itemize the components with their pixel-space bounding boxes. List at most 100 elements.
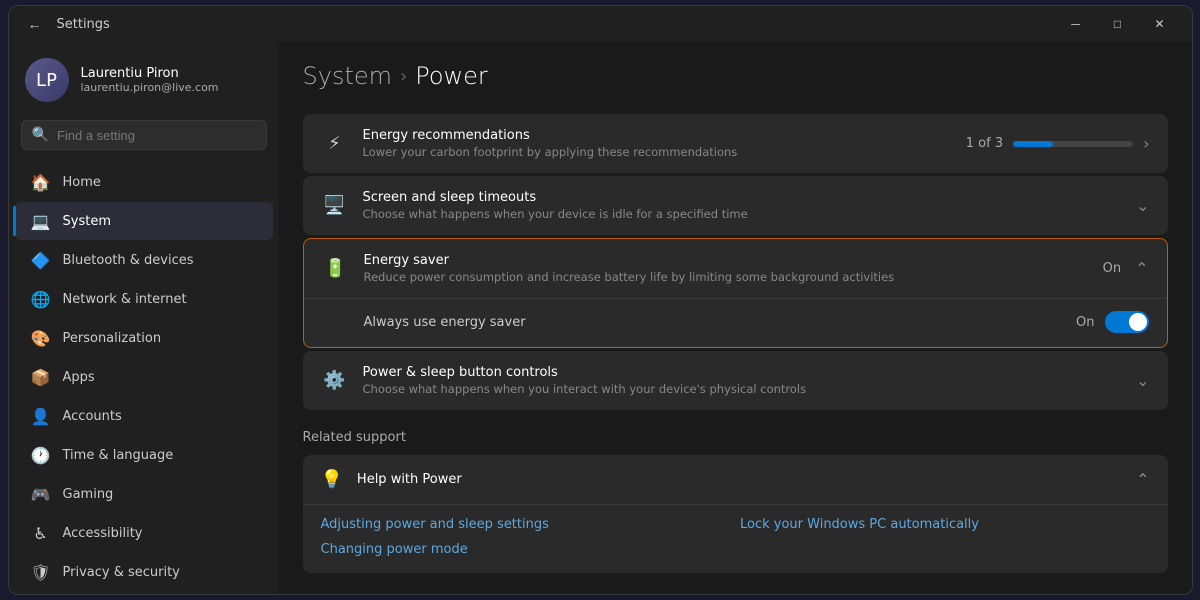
network-nav-icon: 🌐 <box>31 289 51 309</box>
network-nav-label: Network & internet <box>63 292 187 307</box>
user-name: Laurentiu Piron <box>81 66 219 81</box>
energy-recommendations-row[interactable]: ⚡ Energy recommendations Lower your carb… <box>303 114 1168 173</box>
search-icon: 🔍 <box>32 127 49 143</box>
user-info: Laurentiu Piron laurentiu.piron@live.com <box>81 66 219 94</box>
maximize-button[interactable]: □ <box>1098 10 1138 38</box>
sidebar-item-apps[interactable]: 📦 Apps <box>15 358 273 396</box>
energy-saver-chevron: ⌃ <box>1135 259 1148 278</box>
energy-rec-title: Energy recommendations <box>363 128 952 143</box>
energy-saver-status: On <box>1103 261 1121 276</box>
search-box[interactable]: 🔍 <box>21 120 267 150</box>
energy-saver-right: On ⌃ <box>1103 259 1149 278</box>
sidebar-item-gaming[interactable]: 🎮 Gaming <box>15 475 273 513</box>
breadcrumb-separator: › <box>400 66 407 87</box>
screen-sleep-card: 🖥️ Screen and sleep timeouts Choose what… <box>303 176 1168 235</box>
energy-saver-toggle[interactable] <box>1105 311 1149 333</box>
screen-sleep-row[interactable]: 🖥️ Screen and sleep timeouts Choose what… <box>303 176 1168 235</box>
energy-rec-icon: ⚡ <box>321 130 349 158</box>
minimize-button[interactable]: ─ <box>1056 10 1096 38</box>
close-button[interactable]: ✕ <box>1140 10 1180 38</box>
home-nav-icon: 🏠 <box>31 172 51 192</box>
progress-bar-container <box>1013 141 1133 147</box>
avatar: LP <box>25 58 69 102</box>
power-sleep-row[interactable]: ⚙️ Power & sleep button controls Choose … <box>303 351 1168 410</box>
power-sleep-info: Power & sleep button controls Choose wha… <box>363 365 1123 396</box>
settings-section: ⚡ Energy recommendations Lower your carb… <box>303 114 1168 410</box>
always-on-label: On <box>1076 315 1094 330</box>
power-sleep-desc: Choose what happens when you interact wi… <box>363 382 1123 396</box>
toggle-knob <box>1129 313 1147 331</box>
energy-rec-desc: Lower your carbon footprint by applying … <box>363 145 952 159</box>
personalization-nav-icon: 🎨 <box>31 328 51 348</box>
help-link-3[interactable]: Changing power mode <box>321 542 731 557</box>
power-sleep-icon: ⚙️ <box>321 367 349 395</box>
inner-right: On <box>1076 311 1148 333</box>
sidebar-item-network[interactable]: 🌐 Network & internet <box>15 280 273 318</box>
sidebar-item-time[interactable]: 🕐 Time & language <box>15 436 273 474</box>
accounts-nav-icon: 👤 <box>31 406 51 426</box>
sidebar-item-personalization[interactable]: 🎨 Personalization <box>15 319 273 357</box>
help-header[interactable]: 💡 Help with Power ⌃ <box>303 455 1168 504</box>
power-sleep-title: Power & sleep button controls <box>363 365 1123 380</box>
sidebar-item-accounts[interactable]: 👤 Accounts <box>15 397 273 435</box>
title-bar: ← Settings ─ □ ✕ <box>9 6 1192 42</box>
time-nav-icon: 🕐 <box>31 445 51 465</box>
energy-rec-right: 1 of 3 › <box>966 134 1150 153</box>
accessibility-nav-label: Accessibility <box>63 526 143 541</box>
sidebar-item-accessibility[interactable]: ♿ Accessibility <box>15 514 273 552</box>
help-title: Help with Power <box>357 472 1122 487</box>
help-links: Adjusting power and sleep settings Lock … <box>303 504 1168 573</box>
user-section: LP Laurentiu Piron laurentiu.piron@live.… <box>9 42 279 116</box>
screen-sleep-desc: Choose what happens when your device is … <box>363 207 1123 221</box>
system-nav-icon: 💻 <box>31 211 51 231</box>
apps-nav-label: Apps <box>63 370 95 385</box>
power-sleep-chevron: ⌄ <box>1136 371 1149 390</box>
sidebar-item-update[interactable]: 🔄 Windows Update <box>15 592 273 594</box>
system-nav-label: System <box>63 214 111 229</box>
back-button[interactable]: ← <box>21 10 49 38</box>
bluetooth-nav-label: Bluetooth & devices <box>63 253 194 268</box>
sidebar-item-home[interactable]: 🏠 Home <box>15 163 273 201</box>
screen-sleep-title: Screen and sleep timeouts <box>363 190 1123 205</box>
gaming-nav-label: Gaming <box>63 487 114 502</box>
accessibility-nav-icon: ♿ <box>31 523 51 543</box>
progress-bar <box>1013 141 1133 147</box>
help-icon: 💡 <box>321 469 343 490</box>
energy-recommendations-card: ⚡ Energy recommendations Lower your carb… <box>303 114 1168 173</box>
screen-sleep-right: ⌄ <box>1136 196 1149 215</box>
back-icon: ← <box>28 16 42 32</box>
bluetooth-nav-icon: 🔷 <box>31 250 51 270</box>
privacy-nav-icon: 🛡 <box>31 562 51 582</box>
nav-list: 🏠 Home 💻 System 🔷 Bluetooth & devices 🌐 … <box>9 162 279 594</box>
screen-sleep-info: Screen and sleep timeouts Choose what ha… <box>363 190 1123 221</box>
energy-saver-header[interactable]: 🔋 Energy saver Reduce power consumption … <box>304 239 1167 298</box>
screen-sleep-chevron: ⌄ <box>1136 196 1149 215</box>
window-controls: ─ □ ✕ <box>1056 10 1180 38</box>
energy-rec-progress: 1 of 3 <box>966 136 1003 151</box>
settings-window: ← Settings ─ □ ✕ LP Laurentiu Piron laur… <box>8 5 1193 595</box>
energy-saver-info: Energy saver Reduce power consumption an… <box>364 253 1089 284</box>
sidebar: LP Laurentiu Piron laurentiu.piron@live.… <box>9 42 279 594</box>
energy-saver-icon: 🔋 <box>322 255 350 283</box>
energy-saver-desc: Reduce power consumption and increase ba… <box>364 270 1089 284</box>
sidebar-item-system[interactable]: 💻 System <box>15 202 273 240</box>
help-chevron: ⌃ <box>1136 470 1149 489</box>
home-nav-label: Home <box>63 175 101 190</box>
personalization-nav-label: Personalization <box>63 331 162 346</box>
user-email: laurentiu.piron@live.com <box>81 81 219 94</box>
breadcrumb-parent[interactable]: System <box>303 62 393 90</box>
search-input[interactable] <box>57 128 256 143</box>
sidebar-item-privacy[interactable]: 🛡 Privacy & security <box>15 553 273 591</box>
energy-saver-inner: Always use energy saver On <box>304 298 1167 347</box>
screen-sleep-icon: 🖥️ <box>321 192 349 220</box>
breadcrumb: System › Power <box>303 62 1168 90</box>
power-sleep-right: ⌄ <box>1136 371 1149 390</box>
breadcrumb-current: Power <box>415 62 488 90</box>
sidebar-item-bluetooth[interactable]: 🔷 Bluetooth & devices <box>15 241 273 279</box>
help-link-1[interactable]: Adjusting power and sleep settings <box>321 517 731 532</box>
energy-rec-info: Energy recommendations Lower your carbon… <box>363 128 952 159</box>
related-support-title: Related support <box>303 430 1168 445</box>
help-link-2[interactable]: Lock your Windows PC automatically <box>740 517 1150 532</box>
privacy-nav-label: Privacy & security <box>63 565 180 580</box>
accounts-nav-label: Accounts <box>63 409 122 424</box>
